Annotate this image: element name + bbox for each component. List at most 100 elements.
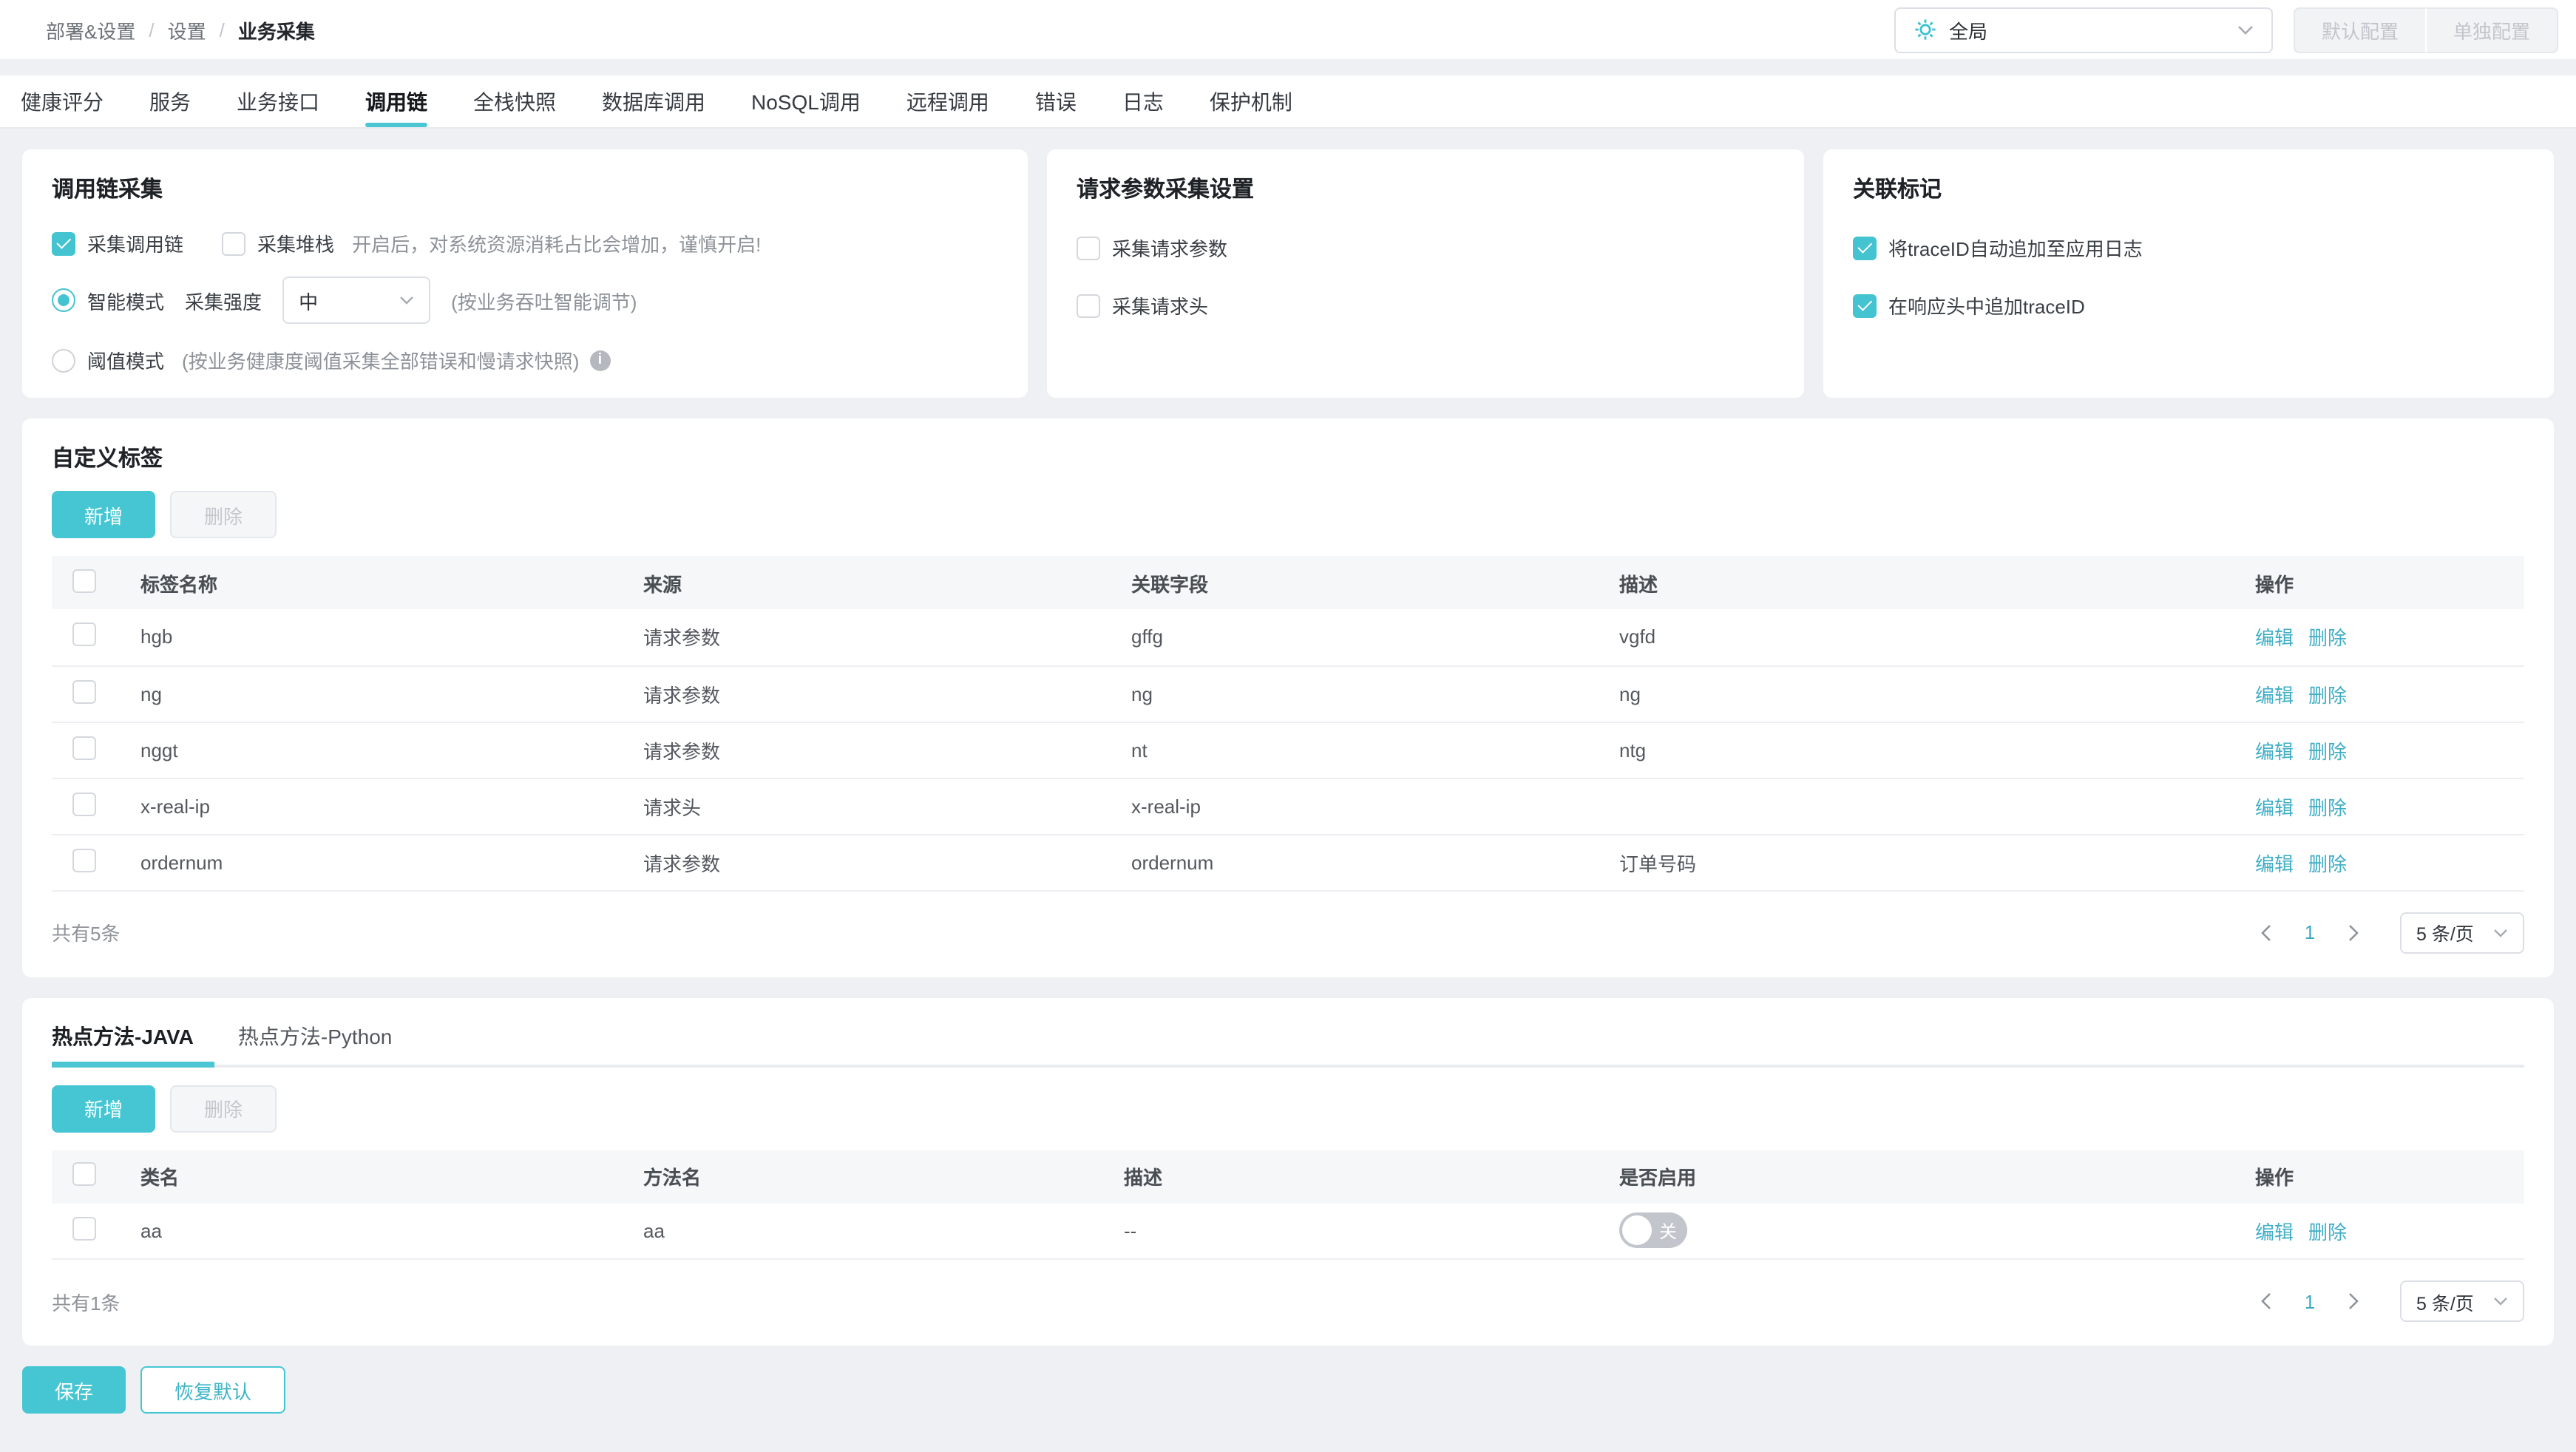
tab-protection[interactable]: 保护机制: [1210, 75, 1292, 127]
page: 部署&设置 / 设置 / 业务采集 全局 默认配置 单独配置 健康评分 服务 业…: [0, 0, 2576, 1452]
edit-link[interactable]: 编辑: [2255, 684, 2294, 706]
edit-link[interactable]: 编辑: [2255, 1221, 2294, 1244]
tab-remote-call[interactable]: 远程调用: [906, 75, 989, 127]
cell-related-field: x-real-ip: [1119, 778, 1607, 835]
collect-request-params-checkbox[interactable]: [1077, 236, 1100, 259]
row-checkbox[interactable]: [72, 792, 96, 815]
correlation-mark-card: 关联标记 将traceID自动追加至应用日志 在响应头中追加traceID: [1823, 149, 2554, 398]
smart-mode-hint: (按业务吞吐智能调节): [451, 291, 637, 313]
cell-tag-name: x-real-ip: [129, 778, 631, 835]
tab-service[interactable]: 服务: [149, 75, 191, 127]
col-method-name: 方法名: [631, 1150, 1112, 1203]
prev-page-icon[interactable]: [2246, 913, 2285, 951]
strength-select-value: 中: [299, 291, 319, 313]
cell-description: ntg: [1607, 722, 2243, 778]
tab-fullstack-snapshot[interactable]: 全栈快照: [473, 75, 556, 127]
breadcrumb-item[interactable]: 部署&设置: [46, 16, 135, 44]
edit-link[interactable]: 编辑: [2255, 628, 2294, 650]
page-number[interactable]: 1: [2291, 1290, 2329, 1312]
restore-default-button[interactable]: 恢复默认: [140, 1366, 286, 1414]
default-config-button[interactable]: 默认配置: [2293, 7, 2427, 52]
toggle-label: 关: [1659, 1221, 1678, 1242]
collect-stack-checkbox[interactable]: [222, 231, 246, 255]
tab-health-score[interactable]: 健康评分: [21, 75, 104, 127]
tab-error[interactable]: 错误: [1035, 75, 1077, 127]
scope-select[interactable]: 全局: [1894, 7, 2273, 52]
chevron-down-icon: [399, 296, 414, 305]
collect-request-params-label: 采集请求参数: [1112, 238, 1228, 260]
row-checkbox[interactable]: [72, 1216, 96, 1241]
row-checkbox[interactable]: [72, 679, 96, 703]
edit-link[interactable]: 编辑: [2255, 852, 2294, 875]
smart-mode-radio[interactable]: [52, 288, 75, 312]
chevron-down-icon: [2237, 24, 2254, 35]
info-icon[interactable]: i: [589, 350, 611, 370]
config-button-group: 默认配置 单独配置: [2293, 7, 2558, 52]
cell-description: [1607, 778, 2243, 835]
add-tag-button[interactable]: 新增: [52, 491, 156, 538]
tab-trace-chain[interactable]: 调用链: [365, 75, 427, 127]
top-bar-right: 全局 默认配置 单独配置: [1894, 7, 2558, 52]
add-method-button[interactable]: 新增: [52, 1085, 156, 1132]
breadcrumb-item[interactable]: 设置: [168, 16, 206, 44]
table-footer: 共有5条 1 5 条/页: [52, 906, 2524, 959]
row-checkbox[interactable]: [72, 848, 96, 872]
cell-related-field: ordernum: [1119, 834, 1607, 891]
page-size-select[interactable]: 5 条/页: [2400, 1280, 2524, 1322]
delete-link[interactable]: 删除: [2308, 740, 2347, 762]
delete-link[interactable]: 删除: [2308, 796, 2347, 818]
strength-select[interactable]: 中: [282, 277, 431, 324]
tab-business-api[interactable]: 业务接口: [237, 75, 319, 127]
prev-page-icon[interactable]: [2246, 1282, 2285, 1320]
tab-database-call[interactable]: 数据库调用: [602, 75, 705, 127]
pagination: 1 5 条/页: [2246, 912, 2524, 953]
table-row: nggt 请求参数 nt ntg 编辑 删除: [52, 722, 2524, 778]
separate-config-button[interactable]: 单独配置: [2426, 7, 2558, 52]
cell-description: ng: [1607, 665, 2243, 722]
request-params-card: 请求参数采集设置 采集请求参数 采集请求头: [1047, 149, 1804, 398]
delete-link[interactable]: 删除: [2308, 684, 2347, 706]
collect-stack-label: 采集堆栈: [257, 234, 335, 256]
table-row: hgb 请求参数 gffg vgfd 编辑 删除: [52, 609, 2524, 666]
delete-link[interactable]: 删除: [2308, 1221, 2347, 1244]
page-size-select[interactable]: 5 条/页: [2400, 912, 2524, 953]
pagination: 1 5 条/页: [2246, 1280, 2524, 1322]
col-tag-name: 标签名称: [129, 556, 631, 609]
save-button[interactable]: 保存: [22, 1366, 126, 1414]
card-title: 请求参数采集设置: [1077, 177, 1255, 203]
collect-request-headers-checkbox[interactable]: [1077, 294, 1100, 317]
collect-trace-checkbox[interactable]: [52, 231, 75, 255]
page-number[interactable]: 1: [2291, 921, 2329, 943]
edit-link[interactable]: 编辑: [2255, 796, 2294, 818]
cell-source: 请求头: [631, 778, 1119, 835]
breadcrumb-current: 业务采集: [237, 20, 315, 42]
traceid-in-response-checkbox[interactable]: [1853, 294, 1877, 317]
delete-link[interactable]: 删除: [2308, 628, 2347, 650]
page-size-value: 5 条/页: [2416, 1293, 2474, 1314]
delete-method-button[interactable]: 删除: [170, 1085, 277, 1132]
breadcrumb-separator: /: [219, 18, 225, 41]
tab-log[interactable]: 日志: [1122, 75, 1164, 127]
tab-hot-methods-python[interactable]: 热点方法-Python: [238, 1021, 393, 1064]
edit-link[interactable]: 编辑: [2255, 740, 2294, 762]
tab-hot-methods-java[interactable]: 热点方法-JAVA: [52, 1021, 214, 1067]
enable-toggle[interactable]: 关: [1619, 1212, 1687, 1249]
strength-label: 采集强度: [185, 291, 262, 313]
delete-link[interactable]: 删除: [2308, 852, 2347, 875]
col-class-name: 类名: [129, 1150, 631, 1203]
select-all-checkbox[interactable]: [72, 569, 96, 592]
next-page-icon[interactable]: [2335, 1282, 2373, 1320]
main-tab-bar: 健康评分 服务 业务接口 调用链 全栈快照 数据库调用 NoSQL调用 远程调用…: [0, 75, 2576, 129]
collect-request-headers-label: 采集请求头: [1112, 296, 1209, 318]
cell-tag-name: nggt: [129, 722, 631, 778]
card-title: 关联标记: [1853, 177, 1942, 203]
traceid-to-log-checkbox[interactable]: [1853, 236, 1877, 259]
tab-nosql-call[interactable]: NoSQL调用: [751, 75, 861, 127]
next-page-icon[interactable]: [2335, 913, 2373, 951]
cell-related-field: gffg: [1119, 609, 1607, 666]
row-checkbox[interactable]: [72, 622, 96, 647]
delete-tag-button[interactable]: 删除: [170, 491, 277, 538]
row-checkbox[interactable]: [72, 736, 96, 759]
threshold-mode-radio[interactable]: [52, 348, 75, 372]
select-all-checkbox[interactable]: [72, 1162, 96, 1186]
